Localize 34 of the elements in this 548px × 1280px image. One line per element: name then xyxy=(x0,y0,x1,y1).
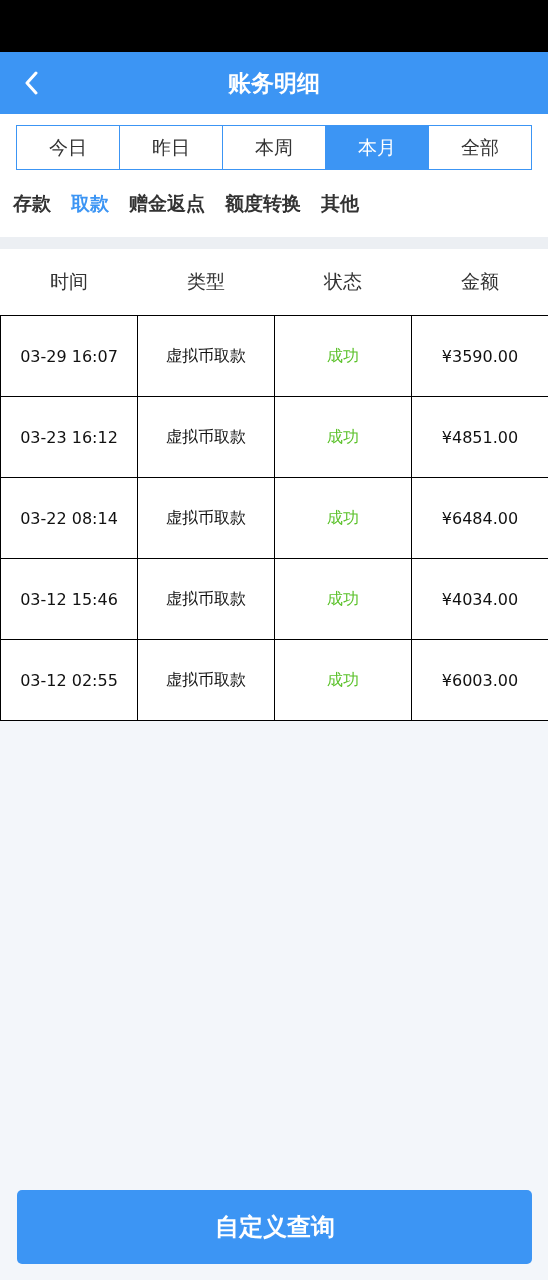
table-cell: ¥4034.00 xyxy=(411,559,548,639)
category-tab[interactable]: 存款 xyxy=(6,191,58,227)
table-cell: 虚拟币取款 xyxy=(137,397,274,477)
table-cell: 成功 xyxy=(274,316,411,396)
period-tab[interactable]: 本周 xyxy=(222,125,326,170)
period-tab[interactable]: 今日 xyxy=(16,125,120,170)
table-cell: 03-29 16:07 xyxy=(0,316,137,396)
table-cell: 03-12 02:55 xyxy=(0,640,137,720)
table-cell: 虚拟币取款 xyxy=(137,640,274,720)
back-icon[interactable] xyxy=(24,71,38,95)
table-cell: 虚拟币取款 xyxy=(137,316,274,396)
category-tab[interactable]: 额度转换 xyxy=(218,191,308,227)
table-cell: 03-22 08:14 xyxy=(0,478,137,558)
table-cell: 成功 xyxy=(274,478,411,558)
table-cell: ¥4851.00 xyxy=(411,397,548,477)
table-cell: ¥6484.00 xyxy=(411,478,548,558)
period-tab[interactable]: 全部 xyxy=(428,125,532,170)
table-cell: 成功 xyxy=(274,559,411,639)
category-tab[interactable]: 其他 xyxy=(314,191,366,227)
column-header: 时间 xyxy=(48,269,89,294)
column-header: 状态 xyxy=(322,269,363,294)
table-cell: 03-23 16:12 xyxy=(0,397,137,477)
table-cell: ¥3590.00 xyxy=(411,316,548,396)
table-cell: 虚拟币取款 xyxy=(137,478,274,558)
column-header: 类型 xyxy=(185,269,226,294)
period-tab[interactable]: 昨日 xyxy=(119,125,223,170)
category-tab[interactable]: 赠金返点 xyxy=(122,191,212,227)
table-cell: 成功 xyxy=(274,640,411,720)
table-cell: 成功 xyxy=(274,397,411,477)
table-cell: ¥6003.00 xyxy=(411,640,548,720)
column-header: 金额 xyxy=(459,269,500,294)
table-cell: 虚拟币取款 xyxy=(137,559,274,639)
page-title: 账务明细 xyxy=(228,68,320,98)
table-cell: 03-12 15:46 xyxy=(0,559,137,639)
